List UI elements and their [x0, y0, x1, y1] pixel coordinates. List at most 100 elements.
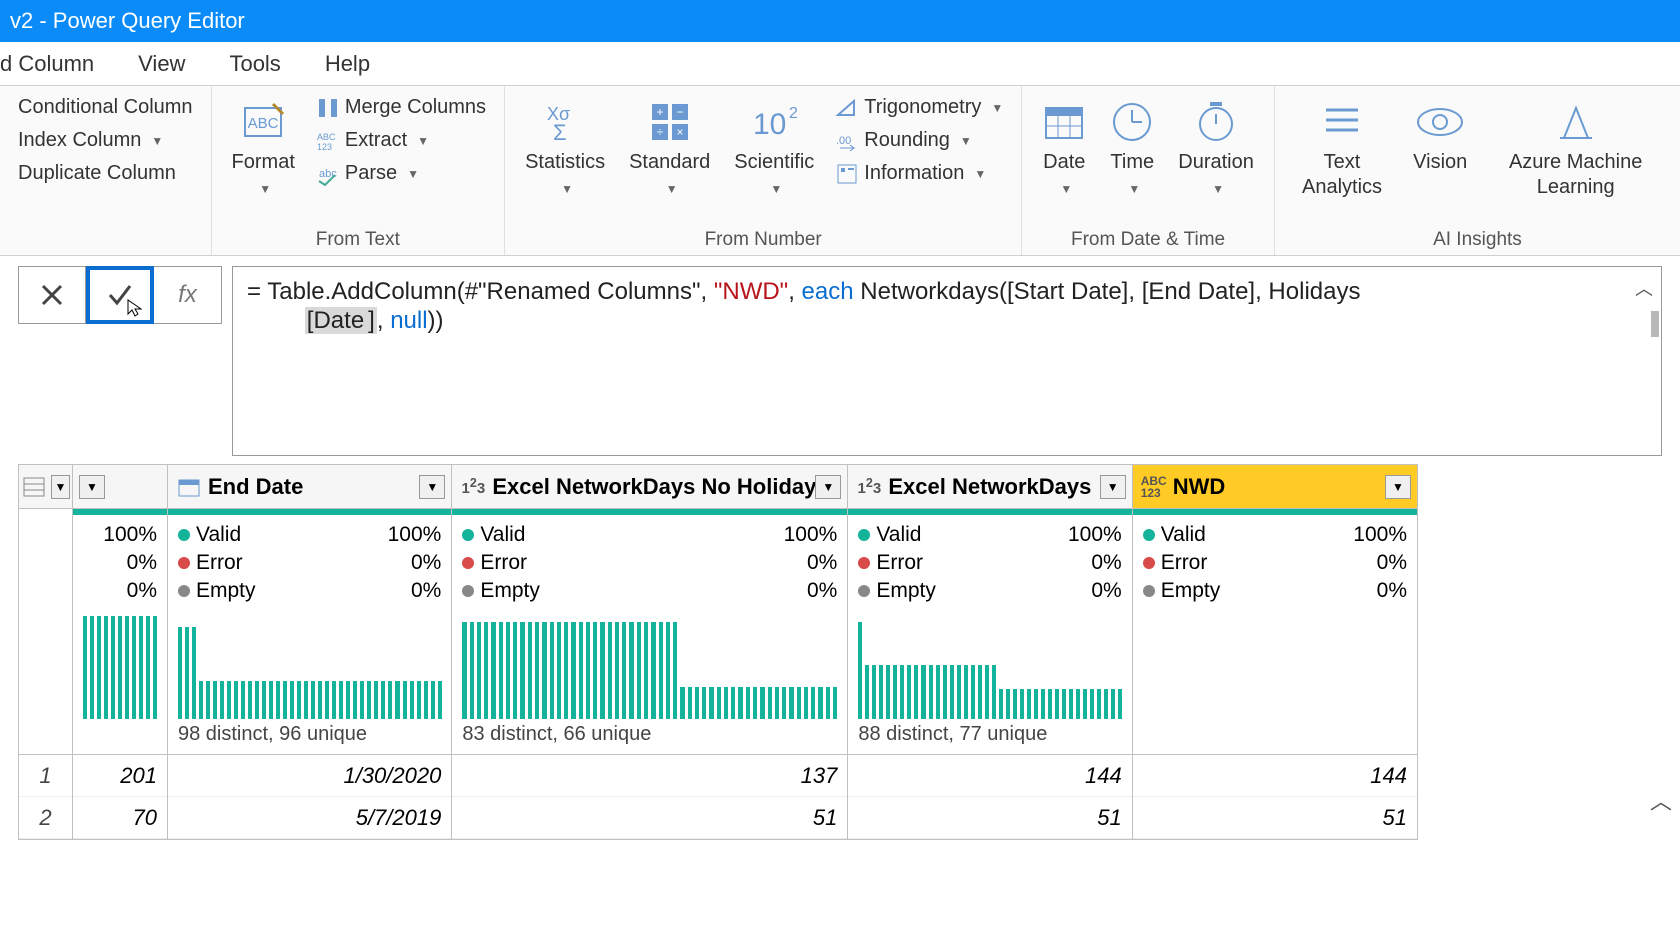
hist-bar — [964, 665, 968, 719]
error-percent: 0% — [127, 551, 157, 575]
table-cell[interactable]: 144 — [1133, 755, 1417, 797]
table-cell[interactable]: 51 — [848, 797, 1131, 839]
hist-bar — [255, 681, 259, 719]
time-button[interactable]: Time▼ — [1098, 90, 1166, 204]
chevron-down-icon: ▼ — [1212, 182, 1224, 196]
column-header[interactable]: ▼ — [19, 465, 72, 509]
hist-bar — [403, 681, 407, 719]
table-cell[interactable]: 2 — [19, 797, 72, 839]
statistics-icon: ΧσΣ — [543, 94, 587, 150]
column-profile: Valid100%Error0%Empty0% — [848, 515, 1131, 609]
merge-columns-button[interactable]: Merge Columns — [313, 92, 490, 123]
hist-bar — [395, 681, 399, 719]
hist-bar — [872, 665, 876, 719]
distinct-summary — [73, 719, 167, 755]
vertical-scrollbar-up[interactable]: ︿ — [1648, 780, 1674, 820]
hist-bar — [360, 681, 364, 719]
hist-bar — [1069, 689, 1073, 719]
cancel-formula-button[interactable] — [18, 266, 86, 324]
hist-bar — [477, 622, 481, 719]
information-button[interactable]: Information▼ — [832, 158, 1007, 189]
hist-bar — [1076, 689, 1080, 719]
hist-bar — [1097, 689, 1101, 719]
column-header[interactable]: 123Excel NetworkDays No Holidays▼ — [452, 465, 847, 509]
azure-ml-button[interactable]: Azure Machine Learning — [1479, 90, 1672, 204]
filter-dropdown[interactable]: ▼ — [51, 475, 70, 499]
tab-help[interactable]: Help — [303, 43, 392, 85]
error-dot-icon — [178, 557, 190, 569]
table-cell[interactable]: 51 — [1133, 797, 1417, 839]
table-cell[interactable]: 1 — [19, 755, 72, 797]
error-label: Error — [1161, 551, 1208, 574]
conditional-column-button[interactable]: Conditional Column — [14, 92, 197, 123]
spacer — [19, 609, 72, 719]
hist-bar — [283, 681, 287, 719]
table-cell[interactable]: 137 — [452, 755, 847, 797]
column-profile: 100%0%0% — [73, 515, 167, 609]
text-analytics-button[interactable]: Text Analytics — [1283, 90, 1401, 204]
hist-bar — [431, 681, 435, 719]
standard-button[interactable]: +−÷× Standard▼ — [617, 90, 722, 204]
commit-formula-button[interactable] — [86, 266, 154, 324]
index-column-button[interactable]: Index Column▼ — [14, 125, 197, 156]
label: Text Analytics — [1295, 150, 1389, 200]
filter-dropdown[interactable]: ▼ — [1385, 475, 1411, 499]
date-button[interactable]: Date▼ — [1030, 90, 1098, 204]
fx-button[interactable]: fx — [154, 266, 222, 324]
tab-view[interactable]: View — [116, 43, 207, 85]
parse-button[interactable]: abcParse▼ — [313, 158, 490, 189]
label: Conditional Column — [18, 96, 193, 119]
ribbon-group-from-datetime: Date▼ Time▼ Duration▼ From Date & Time — [1022, 86, 1275, 255]
table-cell[interactable]: 51 — [452, 797, 847, 839]
duration-button[interactable]: Duration ▼ — [1166, 90, 1266, 204]
valid-dot-icon — [178, 529, 190, 541]
filter-dropdown[interactable]: ▼ — [79, 475, 105, 499]
hist-bar — [535, 622, 539, 719]
table-icon — [21, 473, 45, 501]
scientific-button[interactable]: 102 Scientific▼ — [722, 90, 826, 204]
formula-scrollbar[interactable] — [1651, 311, 1659, 337]
format-button[interactable]: ABC Format▼ — [220, 90, 307, 204]
label: Rounding — [864, 129, 950, 152]
trigonometry-button[interactable]: Trigonometry▼ — [832, 92, 1007, 123]
formula-input[interactable]: = Table.AddColumn(#"Renamed Columns", "N… — [232, 266, 1662, 456]
hist-bar — [417, 681, 421, 719]
empty-dot-icon — [1143, 585, 1155, 597]
hist-bar — [506, 622, 510, 719]
filter-dropdown[interactable]: ▼ — [815, 475, 841, 499]
filter-dropdown[interactable]: ▼ — [419, 475, 445, 499]
duplicate-column-button[interactable]: Duplicate Column — [14, 158, 197, 189]
extract-button[interactable]: ABC123Extract▼ — [313, 125, 490, 156]
column-header[interactable]: End Date▼ — [168, 465, 451, 509]
hist-bar — [353, 681, 357, 719]
label: Standard — [629, 151, 710, 173]
collapse-formula-button[interactable]: ︿ — [1635, 275, 1653, 301]
hist-bar — [1083, 689, 1087, 719]
hist-bar — [571, 622, 575, 719]
table-cell[interactable]: 70 — [73, 797, 167, 839]
chevron-down-icon: ▼ — [991, 101, 1003, 115]
empty-dot-icon — [178, 585, 190, 597]
ribbon: Conditional Column Index Column▼ Duplica… — [0, 86, 1680, 256]
rounding-button[interactable]: .00Rounding▼ — [832, 125, 1007, 156]
filter-dropdown[interactable]: ▼ — [1100, 475, 1126, 499]
time-icon — [1110, 94, 1154, 150]
column-header[interactable]: 123Excel NetworkDays▼ — [848, 465, 1131, 509]
hist-bar — [615, 622, 619, 719]
column-header[interactable]: ABC123NWD▼ — [1133, 465, 1417, 509]
column-header[interactable]: ▼ — [73, 465, 167, 509]
table-cell[interactable]: 5/7/2019 — [168, 797, 451, 839]
table-cell[interactable]: 144 — [848, 755, 1131, 797]
label: Duration — [1178, 151, 1254, 173]
hist-bar — [818, 687, 822, 719]
table-cell[interactable]: 201 — [73, 755, 167, 797]
date-icon — [1042, 94, 1086, 150]
table-cell[interactable]: 1/30/2020 — [168, 755, 451, 797]
vision-button[interactable]: Vision — [1401, 90, 1479, 179]
tab-tools[interactable]: Tools — [207, 43, 302, 85]
tab-add-column[interactable]: d Column — [0, 43, 116, 85]
error-label: Error — [876, 551, 923, 574]
trig-icon — [836, 97, 858, 119]
statistics-button[interactable]: ΧσΣ Statistics▼ — [513, 90, 617, 204]
hist-bar — [879, 665, 883, 719]
